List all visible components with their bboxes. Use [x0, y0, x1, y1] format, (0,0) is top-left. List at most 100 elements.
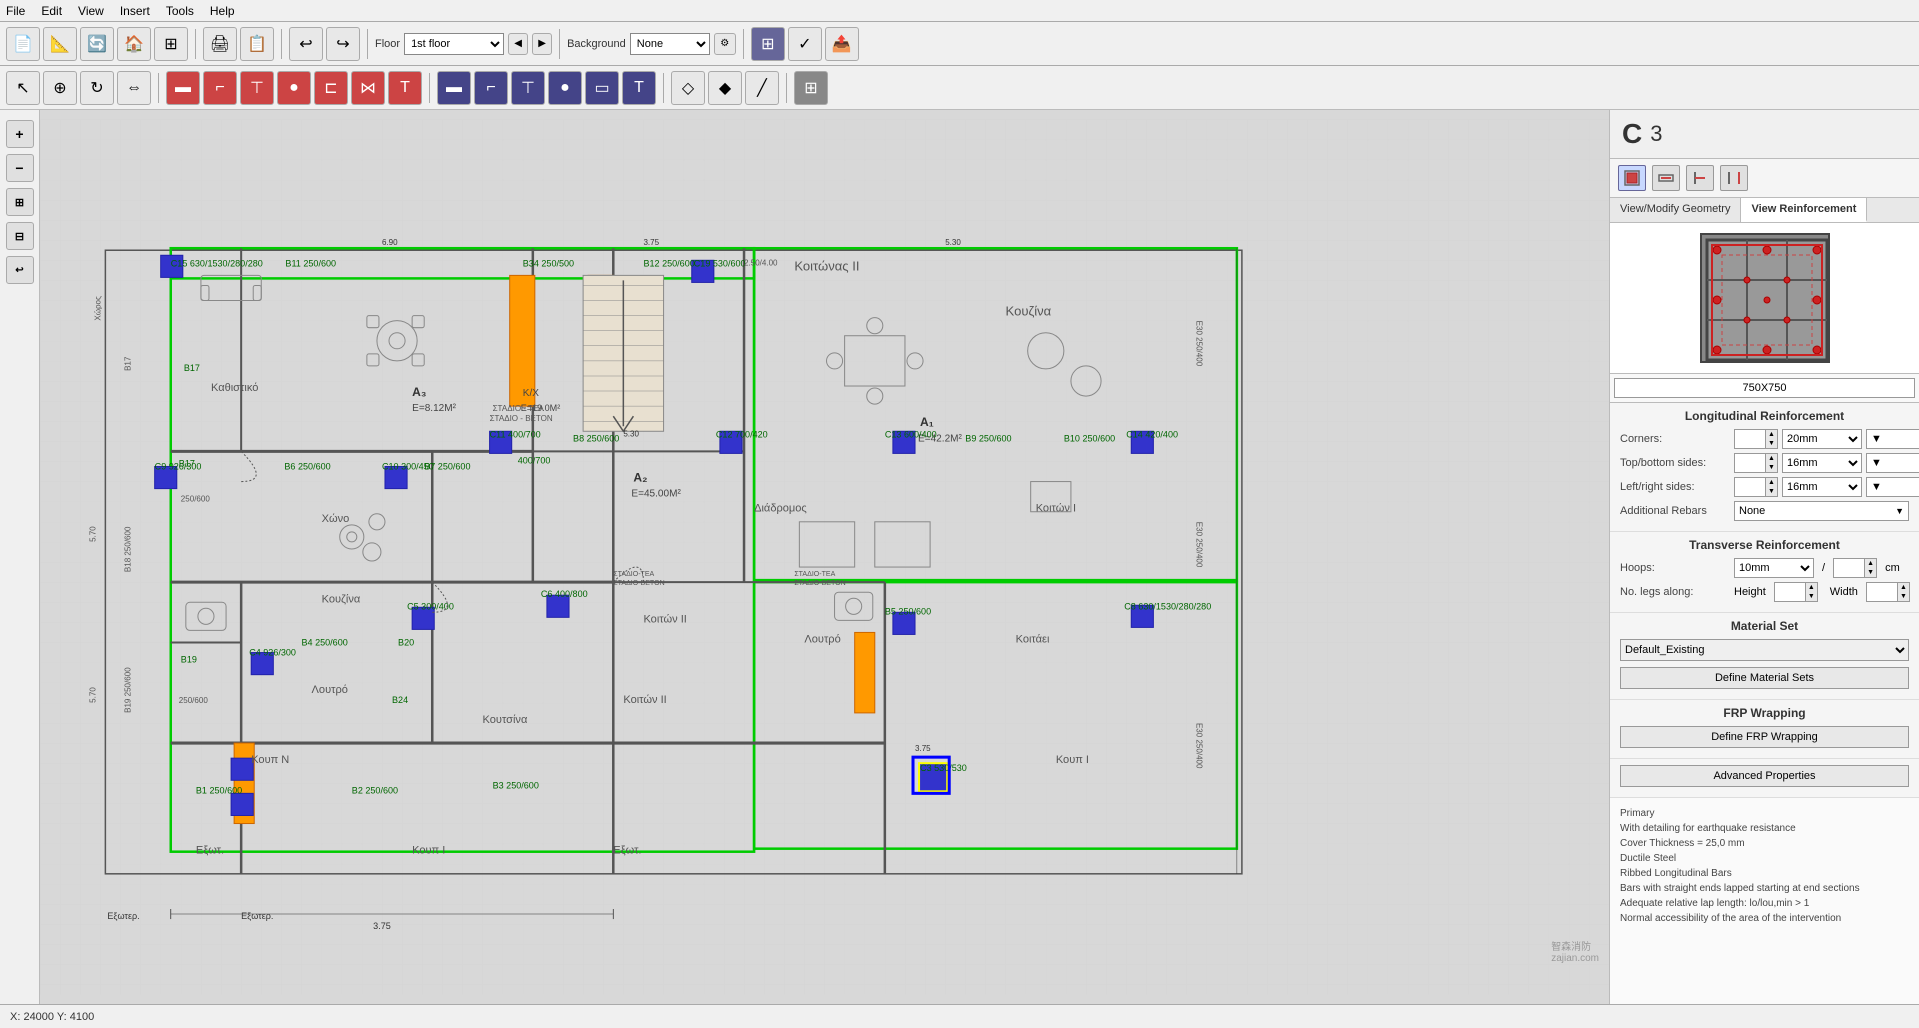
- width-up[interactable]: ▲: [1897, 583, 1909, 592]
- status-bar: X: 24000 Y: 4100: [0, 1004, 1919, 1028]
- left-right-input[interactable]: 4: [1735, 478, 1765, 496]
- slab-tool[interactable]: ⊞: [794, 71, 828, 105]
- material-select[interactable]: Default_Existing: [1620, 639, 1909, 661]
- view-icon-4[interactable]: [1720, 165, 1748, 191]
- view-icon-1[interactable]: [1618, 165, 1646, 191]
- open-dxf-button[interactable]: 📐: [43, 27, 77, 61]
- svg-text:C19 530/600: C19 530/600: [694, 258, 746, 268]
- svg-text:B8 250/600: B8 250/600: [573, 433, 619, 443]
- beam-special-tool[interactable]: ▭: [585, 71, 619, 105]
- corners-size-select[interactable]: 20mm: [1782, 429, 1862, 449]
- fill-tool[interactable]: ◆: [708, 71, 742, 105]
- circle-tool[interactable]: ●: [277, 71, 311, 105]
- height-up[interactable]: ▲: [1805, 583, 1817, 592]
- height-down[interactable]: ▼: [1805, 592, 1817, 601]
- beam-l-tool[interactable]: ⌐: [474, 71, 508, 105]
- advanced-properties-btn[interactable]: Advanced Properties: [1620, 765, 1909, 787]
- svg-text:Κοιτών Ι: Κοιτών Ι: [1036, 503, 1076, 515]
- hoops-select[interactable]: 10mm: [1734, 558, 1814, 578]
- floor-next[interactable]: ▶: [532, 33, 552, 55]
- beam-text-tool[interactable]: T: [622, 71, 656, 105]
- corners-input[interactable]: 4: [1735, 430, 1765, 448]
- additional-rebars-dropdown[interactable]: None ▼: [1734, 501, 1909, 521]
- zoom-out-button[interactable]: −: [6, 154, 34, 182]
- grid-button[interactable]: ⊞: [154, 27, 188, 61]
- define-frp-btn[interactable]: Define FRP Wrapping: [1620, 726, 1909, 748]
- view-mode-button[interactable]: ⊞: [751, 27, 785, 61]
- svg-text:Λουτρό: Λουτρό: [804, 633, 840, 645]
- top-bottom-down[interactable]: ▼: [1765, 463, 1777, 472]
- hoops-spacing-down[interactable]: ▼: [1864, 568, 1876, 577]
- menu-edit[interactable]: Edit: [41, 4, 62, 18]
- hoops-label: Hoops:: [1620, 562, 1730, 574]
- undo-button[interactable]: ↩: [289, 27, 323, 61]
- beam-rect-tool[interactable]: ▬: [437, 71, 471, 105]
- print-preview-button[interactable]: 📋: [240, 27, 274, 61]
- check-button[interactable]: ✓: [788, 27, 822, 61]
- menu-insert[interactable]: Insert: [120, 4, 150, 18]
- hoops-spacing-up[interactable]: ▲: [1864, 559, 1876, 568]
- l-shape-tool[interactable]: ⌐: [203, 71, 237, 105]
- zoom-window-button[interactable]: ⊟: [6, 222, 34, 250]
- height-spinner[interactable]: 4 ▲ ▼: [1774, 582, 1818, 602]
- floor-prev[interactable]: ◀: [508, 33, 528, 55]
- top-bottom-up[interactable]: ▲: [1765, 454, 1777, 463]
- tab-geometry[interactable]: View/Modify Geometry: [1610, 198, 1741, 222]
- new-button[interactable]: 📄: [6, 27, 40, 61]
- column-size-input[interactable]: 750X750: [1614, 378, 1915, 398]
- polygon-tool[interactable]: ◇: [671, 71, 705, 105]
- canvas-area[interactable]: Καθιστικό Χώνο Κουζίνα Κουτσίνα Κοιτών Ι…: [40, 110, 1609, 1004]
- corners-up[interactable]: ▲: [1765, 430, 1777, 439]
- node-tool[interactable]: ⊕: [43, 71, 77, 105]
- refresh-button[interactable]: 🔄: [80, 27, 114, 61]
- menu-help[interactable]: Help: [210, 4, 235, 18]
- select-tool[interactable]: ↖: [6, 71, 40, 105]
- menu-tools[interactable]: Tools: [166, 4, 194, 18]
- beam-circle-tool[interactable]: ●: [548, 71, 582, 105]
- floor-select[interactable]: 1st floor2nd floor3rd floorGround floor: [404, 33, 504, 55]
- width-spinner[interactable]: 4 ▲ ▼: [1866, 582, 1910, 602]
- channel-tool[interactable]: ⊏: [314, 71, 348, 105]
- rect-tool[interactable]: ▬: [166, 71, 200, 105]
- bg-settings[interactable]: ⚙: [714, 33, 736, 55]
- rotate-tool[interactable]: ↻: [80, 71, 114, 105]
- left-right-size-select2[interactable]: ▼: [1866, 477, 1919, 497]
- beam-t-tool[interactable]: ⊤: [511, 71, 545, 105]
- redo-button[interactable]: ↪: [326, 27, 360, 61]
- height-input[interactable]: 4: [1775, 583, 1805, 601]
- mirror-tool[interactable]: ⇔: [117, 71, 151, 105]
- line-tool[interactable]: ╱: [745, 71, 779, 105]
- background-select[interactable]: NoneDXFImage: [630, 33, 710, 55]
- left-right-spinner[interactable]: 4 ▲ ▼: [1734, 477, 1778, 497]
- top-bottom-size-select2[interactable]: ▼: [1866, 453, 1919, 473]
- corners-down[interactable]: ▼: [1765, 439, 1777, 448]
- view-icon-2[interactable]: [1652, 165, 1680, 191]
- svg-text:Καθιστικό: Καθιστικό: [211, 382, 258, 394]
- t-shape-tool[interactable]: ⊤: [240, 71, 274, 105]
- corners-spinner[interactable]: 4 ▲ ▼: [1734, 429, 1778, 449]
- width-input[interactable]: 4: [1867, 583, 1897, 601]
- corners-size-select2[interactable]: ▼: [1866, 429, 1919, 449]
- hoops-spacing-spinner[interactable]: 10 ▲ ▼: [1833, 558, 1877, 578]
- top-bottom-spinner[interactable]: 4 ▲ ▼: [1734, 453, 1778, 473]
- hoops-spacing-input[interactable]: 10: [1834, 559, 1864, 577]
- menu-view[interactable]: View: [78, 4, 104, 18]
- zoom-fit-button[interactable]: ⊞: [6, 188, 34, 216]
- define-material-btn[interactable]: Define Material Sets: [1620, 667, 1909, 689]
- left-right-down[interactable]: ▼: [1765, 487, 1777, 496]
- export-button[interactable]: 📤: [825, 27, 859, 61]
- menu-file[interactable]: File: [6, 4, 25, 18]
- text-tool[interactable]: T: [388, 71, 422, 105]
- composite-tool[interactable]: ⋈: [351, 71, 385, 105]
- width-down[interactable]: ▼: [1897, 592, 1909, 601]
- zoom-in-button[interactable]: +: [6, 120, 34, 148]
- top-bottom-size-select[interactable]: 16mm: [1782, 453, 1862, 473]
- view-icon-3[interactable]: [1686, 165, 1714, 191]
- zoom-prev-button[interactable]: ↩: [6, 256, 34, 284]
- top-bottom-input[interactable]: 4: [1735, 454, 1765, 472]
- print-button[interactable]: 🖨: [203, 27, 237, 61]
- left-right-size-select[interactable]: 16mm: [1782, 477, 1862, 497]
- 3d-view-button[interactable]: 🏠: [117, 27, 151, 61]
- tab-reinforcement[interactable]: View Reinforcement: [1741, 198, 1867, 222]
- left-right-up[interactable]: ▲: [1765, 478, 1777, 487]
